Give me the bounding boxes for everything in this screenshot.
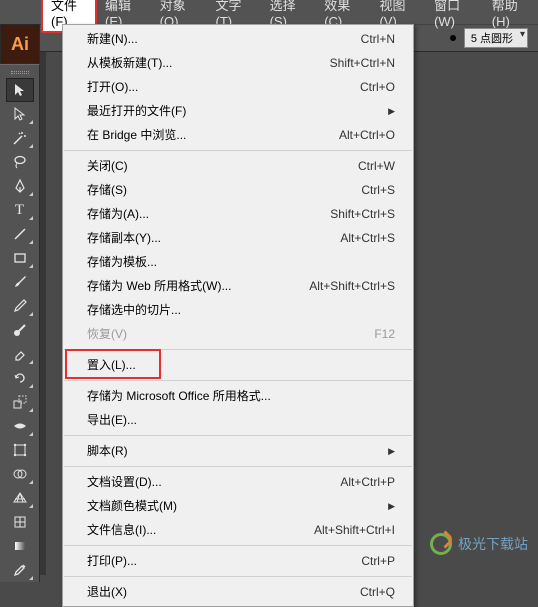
rectangle-tool-icon[interactable] [6,246,34,270]
selection-tool-icon[interactable] [6,78,34,102]
menu-item[interactable]: 打开(O)...Ctrl+O [63,75,413,99]
scale-tool-icon[interactable] [6,390,34,414]
menu-item-label: 打印(P)... [87,552,361,570]
menu-item-label: 存储(S) [87,181,361,199]
menu-item-shortcut: F12 [374,325,395,343]
menu-item[interactable]: 存储选中的切片... [63,298,413,322]
free-transform-tool-icon[interactable] [6,438,34,462]
perspective-tool-icon[interactable] [6,486,34,510]
eraser-tool-icon[interactable] [6,342,34,366]
width-tool-icon[interactable] [6,414,34,438]
pencil-tool-icon[interactable] [6,294,34,318]
menu-item[interactable]: 文档颜色模式(M)▶ [63,494,413,518]
menu-item-shortcut: Alt+Ctrl+S [340,229,395,247]
menu-item[interactable]: 在 Bridge 中浏览...Alt+Ctrl+O [63,123,413,147]
menu-item-label: 关闭(C) [87,157,358,175]
menu-item-label: 脚本(R) [87,442,388,460]
lasso-tool-icon[interactable] [6,150,34,174]
menu-item[interactable]: 文档设置(D)...Alt+Ctrl+P [63,470,413,494]
type-tool-icon[interactable]: T [6,198,34,222]
menu-item-shortcut: Ctrl+N [361,30,395,48]
menu-item-label: 文档颜色模式(M) [87,497,388,515]
submenu-arrow-icon: ▶ [388,442,395,460]
app-logo: Ai [0,24,40,64]
mesh-tool-icon[interactable] [6,510,34,534]
magic-wand-tool-icon[interactable] [6,126,34,150]
eyedropper-tool-icon[interactable] [6,558,34,582]
menu-separator [64,545,412,546]
watermark-text: 极光下载站 [458,534,528,554]
gradient-tool-icon[interactable] [6,534,34,558]
menu-item-label: 在 Bridge 中浏览... [87,126,339,144]
menu-item-label: 从模板新建(T)... [87,54,330,72]
brush-combo[interactable]: 5 点圆形 [464,28,528,48]
paintbrush-tool-icon[interactable] [6,270,34,294]
menu-item-shortcut: Ctrl+Q [360,583,395,601]
menu-item-shortcut: Alt+Shift+Ctrl+I [314,521,395,539]
menu-item-label: 存储选中的切片... [87,301,395,319]
menu-item-shortcut: Shift+Ctrl+N [330,54,395,72]
menu-item-label: 恢复(V) [87,325,374,343]
menu-item-shortcut: Ctrl+S [361,181,395,199]
menu-item[interactable]: 从模板新建(T)...Shift+Ctrl+N [63,51,413,75]
menu-item-label: 导出(E)... [87,411,395,429]
file-menu-dropdown: 新建(N)...Ctrl+N从模板新建(T)...Shift+Ctrl+N打开(… [62,24,414,607]
menu-item-label: 存储为模板... [87,253,395,271]
menu-item-shortcut: Alt+Shift+Ctrl+S [309,277,395,295]
blob-brush-tool-icon[interactable] [6,318,34,342]
menu-item-label: 存储副本(Y)... [87,229,340,247]
main-menubar: 文件(F) 编辑(E) 对象(O) 文字(T) 选择(S) 效果(C) 视图(V… [0,0,538,24]
menu-item[interactable]: 存储为(A)...Shift+Ctrl+S [63,202,413,226]
menu-separator [64,466,412,467]
menu-item[interactable]: 存储为 Microsoft Office 所用格式... [63,384,413,408]
shape-builder-tool-icon[interactable] [6,462,34,486]
menu-item[interactable]: 新建(N)...Ctrl+N [63,27,413,51]
menu-item-label: 置入(L)... [87,356,395,374]
menu-item-shortcut: Alt+Ctrl+O [339,126,395,144]
menu-item-shortcut: Ctrl+P [361,552,395,570]
menu-item-label: 存储为 Web 所用格式(W)... [87,277,309,295]
rotate-tool-icon[interactable] [6,366,34,390]
menu-separator [64,380,412,381]
tools-panel: T [0,64,40,582]
brush-preview-icon [450,35,456,41]
line-tool-icon[interactable] [6,222,34,246]
menu-separator [64,150,412,151]
menu-separator [64,576,412,577]
menu-item-shortcut: Alt+Ctrl+P [340,473,395,491]
menu-item[interactable]: 导出(E)... [63,408,413,432]
watermark: 极光下载站 [430,533,528,555]
menu-item-shortcut: Ctrl+W [358,157,395,175]
menu-item-label: 退出(X) [87,583,360,601]
menu-item[interactable]: 退出(X)Ctrl+Q [63,580,413,604]
menu-item[interactable]: 置入(L)... [63,353,413,377]
menu-item[interactable]: 最近打开的文件(F)▶ [63,99,413,123]
submenu-arrow-icon: ▶ [388,102,395,120]
menu-item-label: 文件信息(I)... [87,521,314,539]
direct-selection-tool-icon[interactable] [6,102,34,126]
pen-tool-icon[interactable] [6,174,34,198]
menu-item-label: 最近打开的文件(F) [87,102,388,120]
menu-item-label: 存储为 Microsoft Office 所用格式... [87,387,395,405]
menu-item[interactable]: 关闭(C)Ctrl+W [63,154,413,178]
menu-item-shortcut: Shift+Ctrl+S [330,205,395,223]
menu-item[interactable]: 脚本(R)▶ [63,439,413,463]
submenu-arrow-icon: ▶ [388,497,395,515]
menu-item[interactable]: 存储副本(Y)...Alt+Ctrl+S [63,226,413,250]
menu-item[interactable]: 存储为 Web 所用格式(W)...Alt+Shift+Ctrl+S [63,274,413,298]
menu-item-label: 文档设置(D)... [87,473,340,491]
menu-item: 恢复(V)F12 [63,322,413,346]
menu-separator [64,349,412,350]
menu-item[interactable]: 存储为模板... [63,250,413,274]
menu-item[interactable]: 打印(P)...Ctrl+P [63,549,413,573]
watermark-icon [430,533,452,555]
menu-item-shortcut: Ctrl+O [360,78,395,96]
menu-item[interactable]: 文件信息(I)...Alt+Shift+Ctrl+I [63,518,413,542]
menu-item-label: 新建(N)... [87,30,361,48]
menu-separator [64,435,412,436]
menu-item-label: 存储为(A)... [87,205,330,223]
panel-grip-icon[interactable] [11,71,29,74]
menu-item[interactable]: 存储(S)Ctrl+S [63,178,413,202]
menu-item-label: 打开(O)... [87,78,360,96]
